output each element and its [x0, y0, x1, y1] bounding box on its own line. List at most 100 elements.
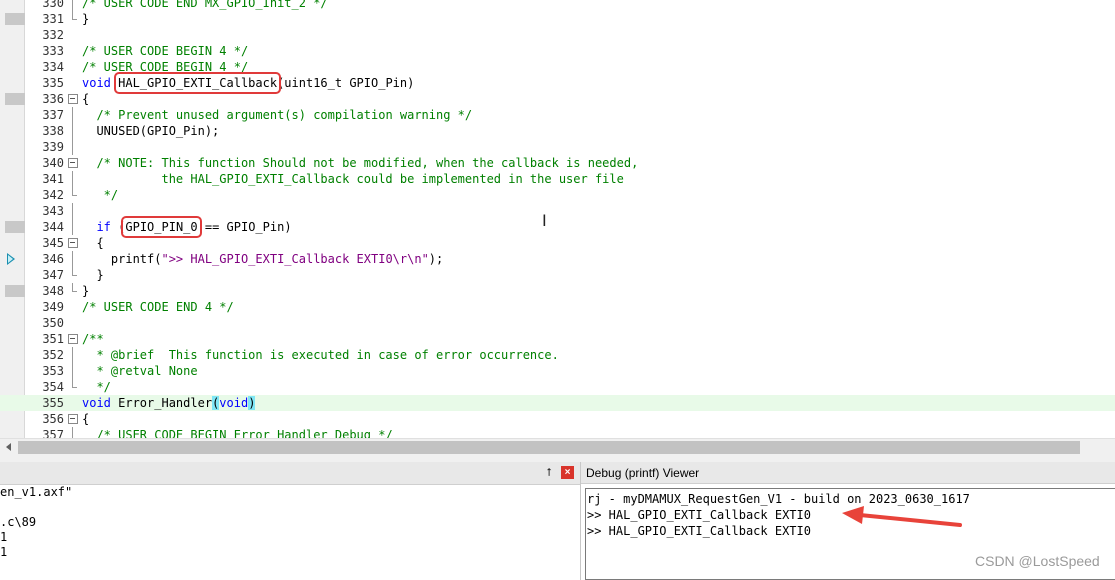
highlighted-token: HAL_GPIO_EXTI_Callback — [114, 72, 282, 94]
bookmark-marker[interactable] — [5, 13, 25, 25]
code-text[interactable]: if (GPIO_PIN_0 == GPIO_Pin) — [82, 216, 292, 238]
code-token: */ — [82, 188, 119, 202]
code-text[interactable]: /* Prevent unused argument(s) compilatio… — [82, 107, 472, 123]
fold-guide — [68, 363, 78, 379]
code-text[interactable]: void Error_Handler(void) — [82, 395, 256, 411]
code-line[interactable]: 343 — [0, 203, 1115, 219]
code-text[interactable]: * @brief This function is executed in ca… — [82, 347, 558, 363]
code-line[interactable]: 350 — [0, 315, 1115, 331]
execution-pointer-icon — [7, 253, 15, 265]
code-text[interactable]: the HAL_GPIO_EXTI_Callback could be impl… — [82, 171, 624, 187]
code-text[interactable]: printf(">> HAL_GPIO_EXTI_Callback EXTI0\… — [82, 251, 443, 267]
code-token: /* USER CODE BEGIN Error_Handler_Debug *… — [96, 428, 393, 438]
code-text[interactable]: UNUSED(GPIO_Pin); — [82, 123, 219, 139]
pin-icon[interactable]: ⭡ — [543, 466, 555, 480]
code-token: Error_Handler — [118, 396, 213, 410]
code-text[interactable]: } — [82, 11, 89, 27]
code-text[interactable]: /* NOTE: This function Should not be mod… — [82, 155, 638, 171]
code-text[interactable]: /* USER CODE END MX_GPIO_Init_2 */ — [82, 0, 328, 11]
code-text[interactable]: { — [82, 235, 103, 251]
bookmark-marker[interactable] — [5, 285, 25, 297]
fold-guide — [68, 187, 78, 203]
code-line[interactable]: 345 { — [0, 235, 1115, 251]
fold-guide — [68, 11, 78, 27]
scrollbar-thumb[interactable] — [18, 441, 1080, 454]
code-line[interactable]: 357 /* USER CODE BEGIN Error_Handler_Deb… — [0, 427, 1115, 438]
bookmark-marker[interactable] — [5, 93, 25, 105]
code-line[interactable]: 346 printf(">> HAL_GPIO_EXTI_Callback EX… — [0, 251, 1115, 267]
build-output-panel: ⭡ × en_v1.axf" .c\89 1 1 — [0, 462, 581, 580]
code-text[interactable]: */ — [82, 187, 118, 203]
code-line[interactable]: 353 * @retval None — [0, 363, 1115, 379]
scroll-left-arrow-icon[interactable] — [0, 439, 17, 456]
code-line[interactable]: 337 /* Prevent unused argument(s) compil… — [0, 107, 1115, 123]
code-text[interactable]: { — [82, 91, 89, 107]
fold-toggle-icon[interactable] — [68, 155, 78, 171]
code-line[interactable]: 335 void HAL_GPIO_EXTI_Callback(uint16_t … — [0, 72, 1115, 94]
bookmark-marker[interactable] — [5, 221, 25, 233]
code-line[interactable]: 355 void Error_Handler(void) — [0, 395, 1115, 411]
code-line[interactable]: 351 /** — [0, 331, 1115, 347]
panel-divider[interactable] — [0, 455, 1115, 462]
line-number: 349 — [42, 300, 64, 314]
code-line[interactable]: 331} — [0, 11, 1115, 27]
highlighted-token: GPIO_PIN_0 — [121, 216, 202, 238]
code-line[interactable]: 340 /* NOTE: This function Should not be… — [0, 155, 1115, 171]
code-line[interactable]: 339 — [0, 139, 1115, 155]
code-line[interactable]: 356 { — [0, 411, 1115, 427]
fold-toggle-icon[interactable] — [68, 235, 78, 251]
build-output-text[interactable]: en_v1.axf" .c\89 1 1 — [0, 485, 580, 580]
code-line[interactable]: 352 * @brief This function is executed i… — [0, 347, 1115, 363]
fold-guide — [68, 283, 78, 299]
code-token: ">> HAL_GPIO_EXTI_Callback EXTI0\r\n" — [161, 252, 429, 266]
code-line[interactable]: 342 */ — [0, 187, 1115, 203]
code-line[interactable]: 348} — [0, 283, 1115, 299]
code-text[interactable]: /* USER CODE BEGIN 4 */ — [82, 59, 248, 75]
fold-toggle-icon[interactable] — [68, 411, 78, 427]
code-text[interactable]: } — [82, 283, 89, 299]
code-text[interactable]: /* USER CODE BEGIN Error_Handler_Debug *… — [82, 427, 393, 438]
line-number: 354 — [42, 380, 64, 394]
line-number: 350 — [42, 316, 64, 330]
code-line[interactable]: 341 the HAL_GPIO_EXTI_Callback could be … — [0, 171, 1115, 187]
code-lines: 330/* USER CODE END MX_GPIO_Init_2 */331… — [0, 0, 1115, 438]
line-number: 334 — [42, 60, 64, 74]
code-line[interactable]: 344 if (GPIO_PIN_0 == GPIO_Pin) — [0, 216, 1115, 238]
code-line[interactable]: 336 { — [0, 91, 1115, 107]
line-number: 345 — [42, 236, 64, 250]
code-editor[interactable]: 330/* USER CODE END MX_GPIO_Init_2 */331… — [0, 0, 1115, 438]
code-line[interactable]: 333 /* USER CODE BEGIN 4 */ — [0, 43, 1115, 59]
line-number: 331 — [42, 12, 64, 26]
code-line[interactable]: 330 /* USER CODE END MX_GPIO_Init_2 */ — [0, 0, 1115, 11]
build-output-line: .c\89 — [0, 515, 37, 529]
code-text[interactable]: /* USER CODE BEGIN 4 */ — [82, 43, 248, 59]
code-token: /* Prevent unused argument(s) compilatio… — [96, 108, 473, 122]
line-number: 352 — [42, 348, 64, 362]
code-text[interactable]: { — [82, 411, 89, 427]
fold-toggle-icon[interactable] — [68, 91, 78, 107]
code-line[interactable]: 332 — [0, 27, 1115, 43]
close-icon[interactable]: × — [561, 466, 574, 479]
fold-toggle-icon[interactable] — [68, 331, 78, 347]
horizontal-scrollbar[interactable] — [0, 438, 1115, 456]
code-text[interactable]: */ — [82, 379, 110, 395]
code-text[interactable]: void HAL_GPIO_EXTI_Callback(uint16_t GPI… — [82, 72, 415, 94]
code-line[interactable]: 354 */ — [0, 379, 1115, 395]
code-line[interactable]: 347 } — [0, 267, 1115, 283]
line-number: 337 — [42, 108, 64, 122]
code-token: the HAL_GPIO_EXTI_Callback could be impl… — [82, 172, 624, 186]
code-text[interactable]: } — [82, 267, 103, 283]
code-text[interactable]: /** — [82, 331, 104, 347]
code-token: (uint16_t GPIO_Pin) — [277, 76, 415, 90]
code-text[interactable]: /* USER CODE END 4 */ — [82, 299, 234, 315]
fold-guide — [68, 219, 78, 235]
code-line[interactable]: 349 /* USER CODE END 4 */ — [0, 299, 1115, 315]
fold-guide — [68, 379, 78, 395]
code-token: UNUSED(GPIO_Pin); — [82, 124, 220, 138]
fold-guide — [68, 251, 78, 267]
code-line[interactable]: 334 /* USER CODE BEGIN 4 */ — [0, 59, 1115, 75]
code-line[interactable]: 338 UNUSED(GPIO_Pin); — [0, 123, 1115, 139]
code-text[interactable]: * @retval None — [82, 363, 197, 379]
